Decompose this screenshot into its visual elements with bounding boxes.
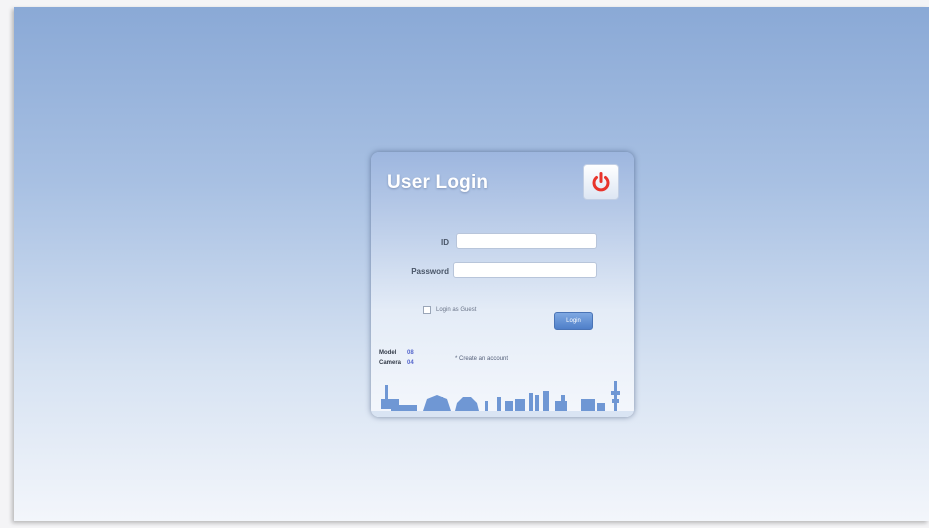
guest-login-row[interactable]: Login as Guest <box>423 306 476 314</box>
model-row: Model 08 <box>379 348 414 358</box>
stats-block: Model 08 Camera 04 <box>379 348 414 368</box>
page-background: User Login ID Password Login as Guest Lo… <box>14 7 929 521</box>
login-title: User Login <box>387 172 489 193</box>
camera-value: 04 <box>407 360 414 366</box>
power-icon <box>592 172 610 192</box>
id-label: ID <box>441 238 449 247</box>
model-label: Model <box>379 350 397 356</box>
camera-label: Camera <box>379 360 402 366</box>
id-input[interactable] <box>456 233 597 249</box>
login-panel: User Login ID Password Login as Guest Lo… <box>371 152 634 417</box>
city-skyline-decoration <box>371 381 634 417</box>
create-account-link[interactable]: * Create an account <box>455 356 508 362</box>
password-input[interactable] <box>453 262 597 278</box>
guest-login-label: Login as Guest <box>436 307 477 313</box>
model-value: 08 <box>407 350 414 356</box>
login-button[interactable]: Login <box>554 312 593 330</box>
camera-row: Camera 04 <box>379 358 414 368</box>
guest-login-checkbox[interactable] <box>423 306 431 314</box>
power-button[interactable] <box>583 164 619 200</box>
password-label: Password <box>411 267 449 276</box>
